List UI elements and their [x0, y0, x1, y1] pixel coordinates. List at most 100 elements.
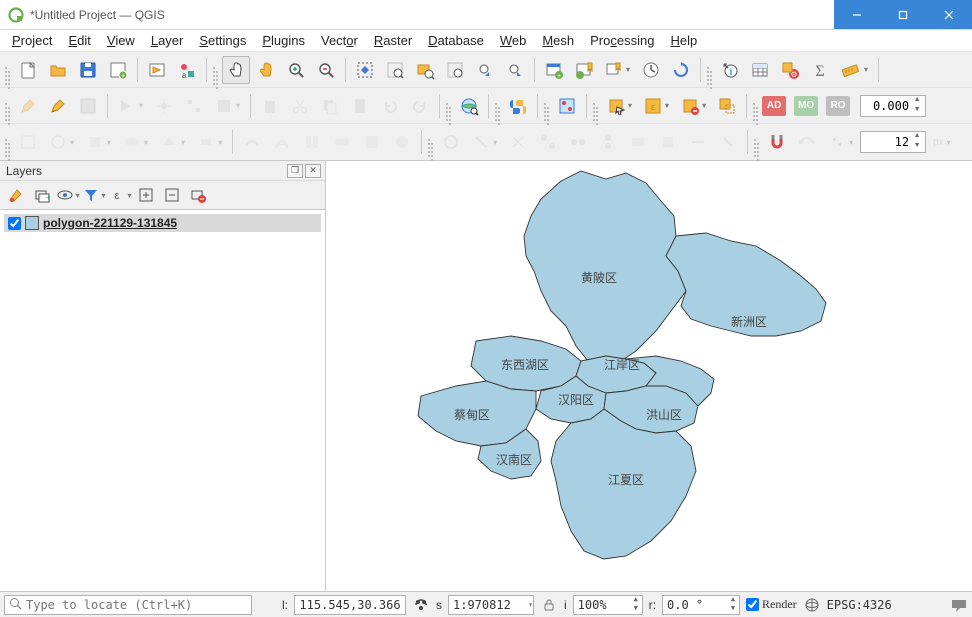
- deselect-all-button[interactable]: ▾: [676, 92, 711, 120]
- layer-item[interactable]: polygon-221129-131845: [4, 214, 321, 232]
- menu-layer[interactable]: Layer: [145, 31, 190, 50]
- zoom-in-button[interactable]: [282, 56, 310, 84]
- save-project-button[interactable]: [74, 56, 102, 84]
- show-bookmarks-button[interactable]: ▾: [600, 56, 635, 84]
- toolbar-grip[interactable]: [427, 129, 433, 155]
- layers-collapse-button[interactable]: [160, 184, 184, 206]
- menu-web[interactable]: Web: [494, 31, 533, 50]
- zoom-next-button[interactable]: [501, 56, 529, 84]
- crs-display[interactable]: EPSG:4326: [827, 598, 892, 612]
- render-checkbox[interactable]: [746, 598, 759, 611]
- menu-plugins[interactable]: Plugins: [256, 31, 311, 50]
- layout-manager-button[interactable]: [143, 56, 171, 84]
- pan-to-selection-button[interactable]: [252, 56, 280, 84]
- menu-raster[interactable]: Raster: [368, 31, 418, 50]
- snap-tolerance-spinbox[interactable]: ▲▼: [860, 131, 926, 153]
- metasearch-button[interactable]: [455, 92, 483, 120]
- layers-tree[interactable]: polygon-221129-131845: [0, 209, 325, 591]
- zoom-out-button[interactable]: [312, 56, 340, 84]
- menu-database[interactable]: Database: [422, 31, 490, 50]
- menu-processing[interactable]: Processing: [584, 31, 660, 50]
- select-by-location-button[interactable]: [713, 92, 741, 120]
- new-project-button[interactable]: [14, 56, 42, 84]
- rotation-spinbox[interactable]: 0.0 °▲▼: [662, 595, 740, 615]
- select-features-button[interactable]: ▾: [602, 92, 637, 120]
- toolbar-grip[interactable]: [592, 93, 598, 119]
- adv-1: [437, 128, 465, 156]
- pan-map-button[interactable]: [222, 56, 250, 84]
- locator-input[interactable]: [26, 598, 247, 612]
- layers-remove-button[interactable]: [186, 184, 210, 206]
- map-canvas[interactable]: 黄陂区 新洲区 东西湖区 江岸区 汉阳区 蔡甸区 洪山区 汉南区 江夏区: [326, 161, 972, 591]
- new-print-layout-button[interactable]: +: [104, 56, 132, 84]
- zoom-to-layer-button[interactable]: [411, 56, 439, 84]
- python-console-button[interactable]: [504, 92, 532, 120]
- zoom-full-button[interactable]: [351, 56, 379, 84]
- search-icon: [9, 597, 22, 613]
- magnifier-spinbox[interactable]: 100%▲▼: [573, 595, 643, 615]
- toolbar-grip[interactable]: [752, 93, 758, 119]
- toolbar-grip[interactable]: [706, 57, 712, 83]
- open-field-calculator-button[interactable]: ⚙: [776, 56, 804, 84]
- maximize-button[interactable]: [880, 0, 926, 29]
- menu-help[interactable]: Help: [664, 31, 703, 50]
- menu-settings[interactable]: Settings: [193, 31, 252, 50]
- lock-icon[interactable]: [540, 598, 558, 612]
- toolbar-grip[interactable]: [543, 93, 549, 119]
- layers-styling-button[interactable]: [4, 184, 28, 206]
- layers-add-group-button[interactable]: +: [30, 184, 54, 206]
- menu-edit[interactable]: Edit: [62, 31, 96, 50]
- open-attribute-table-button[interactable]: [746, 56, 774, 84]
- coordinate-display[interactable]: 115.545,30.366: [294, 595, 406, 615]
- toolbar-grip[interactable]: [4, 93, 10, 119]
- layers-filter-button[interactable]: ▾: [82, 184, 106, 206]
- messages-icon[interactable]: [950, 597, 968, 613]
- toolbar-grip[interactable]: [4, 129, 10, 155]
- locator-search[interactable]: [4, 595, 252, 615]
- layers-panel-undock-button[interactable]: ❐: [287, 164, 303, 178]
- new-map-view-button[interactable]: +: [540, 56, 568, 84]
- select-by-value-button[interactable]: ε▾: [639, 92, 674, 120]
- close-button[interactable]: [926, 0, 972, 29]
- numeric-spinbox-1[interactable]: ▲▼: [860, 95, 926, 117]
- measure-button[interactable]: ▾: [836, 56, 873, 84]
- statistical-summary-button[interactable]: Σ: [806, 56, 834, 84]
- layers-expand-button[interactable]: [134, 184, 158, 206]
- identify-features-button[interactable]: i: [716, 56, 744, 84]
- minimize-button[interactable]: [834, 0, 880, 29]
- temporal-controller-button[interactable]: [637, 56, 665, 84]
- toolbar-grip[interactable]: [494, 93, 500, 119]
- menu-vector[interactable]: Vector: [315, 31, 364, 50]
- enable-snapping-button[interactable]: [763, 128, 791, 156]
- layers-panel-close-button[interactable]: ✕: [305, 164, 321, 178]
- style-manager-button[interactable]: a: [173, 56, 201, 84]
- toolbar-grip[interactable]: [212, 57, 218, 83]
- zoom-last-button[interactable]: [471, 56, 499, 84]
- layer-visibility-checkbox[interactable]: [8, 217, 21, 230]
- region-label: 黄陂区: [581, 269, 617, 286]
- extents-icon[interactable]: [412, 597, 430, 613]
- crs-icon[interactable]: [803, 597, 821, 613]
- zoom-native-button[interactable]: [441, 56, 469, 84]
- menu-mesh[interactable]: Mesh: [536, 31, 580, 50]
- toggle-editing-button[interactable]: [44, 92, 72, 120]
- toolbar-grip[interactable]: [753, 129, 759, 155]
- menu-project[interactable]: Project: [6, 31, 58, 50]
- toolbar-grip[interactable]: [4, 57, 10, 83]
- advanced-digitize-badge[interactable]: AD: [762, 96, 786, 116]
- zoom-to-selection-button[interactable]: [381, 56, 409, 84]
- magnifier-label: i: [564, 598, 567, 612]
- scale-combo[interactable]: 1:970812▾: [448, 595, 534, 615]
- open-project-button[interactable]: [44, 56, 72, 84]
- georeferencer-button[interactable]: [553, 92, 581, 120]
- layers-expression-button[interactable]: ε▾: [108, 184, 132, 206]
- split-parts-button: [328, 128, 356, 156]
- region-label: 蔡甸区: [454, 406, 490, 423]
- menu-view[interactable]: View: [101, 31, 141, 50]
- refresh-button[interactable]: [667, 56, 695, 84]
- layers-visibility-button[interactable]: ▾: [56, 184, 80, 206]
- toolbar-grip[interactable]: [445, 93, 451, 119]
- new-spatial-bookmark-button[interactable]: [570, 56, 598, 84]
- svg-text:ε: ε: [651, 102, 655, 112]
- adv-4: [534, 128, 562, 156]
